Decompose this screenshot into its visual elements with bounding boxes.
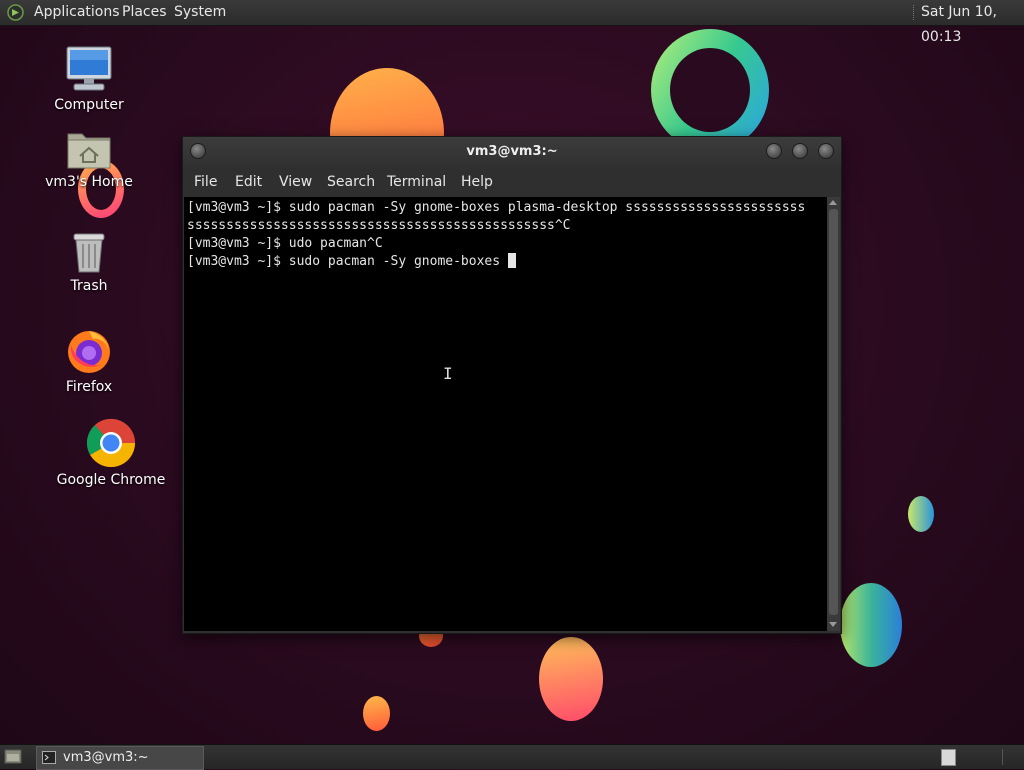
computer-icon [66, 46, 112, 91]
ibeam-cursor-icon: I [443, 364, 453, 383]
terminal-output[interactable]: [vm3@vm3 ~]$ sudo pacman -Sy gnome-boxes… [184, 197, 827, 631]
menu-view[interactable]: View [279, 167, 312, 197]
scroll-down-arrow-icon[interactable] [829, 622, 837, 627]
wallpaper-ring-green [651, 29, 769, 151]
desktop-icon-firefox[interactable]: Firefox [34, 327, 144, 395]
desktop-icon-computer[interactable]: Computer [34, 45, 144, 113]
desktop-icon-label: vm3's Home [45, 174, 133, 190]
workspace-switcher[interactable] [941, 749, 956, 766]
trash-icon [73, 233, 105, 273]
desktop-icon-home[interactable]: vm3's Home [34, 128, 144, 190]
terminal-text: [vm3@vm3 ~]$ sudo pacman -Sy gnome-boxes… [187, 199, 805, 271]
desktop-icon-label: Firefox [65, 379, 113, 395]
show-desktop-icon[interactable] [4, 749, 22, 764]
wallpaper-blob-small-teal [908, 496, 934, 532]
taskbar-item-label: vm3@vm3:~ [63, 750, 149, 765]
panel-separator [913, 5, 916, 20]
window-title: vm3@vm3:~ [466, 144, 558, 159]
system-logo-icon[interactable] [7, 4, 24, 21]
menu-file[interactable]: File [194, 167, 217, 197]
terminal-icon [42, 751, 56, 764]
chrome-icon [86, 418, 136, 468]
desktop-icon-label: Trash [70, 278, 108, 294]
menu-system[interactable]: System [174, 0, 226, 25]
menu-terminal[interactable]: Terminal [387, 167, 446, 197]
panel-separator [1002, 749, 1003, 765]
terminal-line: [vm3@vm3 ~]$ udo pacman^C [187, 236, 383, 251]
menu-search[interactable]: Search [327, 167, 375, 197]
bottom-panel: vm3@vm3:~ [0, 744, 1024, 770]
terminal-window[interactable]: vm3@vm3:~ File Edit View Search Terminal… [182, 136, 842, 634]
clock[interactable]: Sat Jun 10, 00:13 [921, 0, 1024, 45]
menu-places[interactable]: Places [122, 0, 167, 25]
desktop-icon-label: Computer [54, 97, 124, 113]
terminal-line: [vm3@vm3 ~]$ sudo pacman -Sy gnome-boxes… [187, 200, 806, 215]
vertical-scrollbar[interactable] [827, 197, 840, 631]
menu-edit[interactable]: Edit [235, 167, 262, 197]
home-folder-icon [67, 133, 111, 169]
close-button[interactable] [818, 143, 834, 159]
menu-applications[interactable]: Applications [34, 0, 120, 25]
desktop-icon-trash[interactable]: Trash [34, 230, 144, 294]
scroll-up-arrow-icon[interactable] [829, 200, 837, 205]
maximize-button[interactable] [792, 143, 808, 159]
terminal-line: [vm3@vm3 ~]$ sudo pacman -Sy gnome-boxes [187, 254, 508, 269]
menu-help[interactable]: Help [461, 167, 493, 197]
desktop-icon-label: Google Chrome [56, 472, 166, 488]
terminal-prompt-line: [vm3@vm3 ~]$ sudo pacman -Sy gnome-boxes [187, 253, 805, 271]
terminal-line: ssssssssssssssssssssssssssssssssssssssss… [187, 218, 571, 233]
firefox-icon [68, 331, 110, 373]
wallpaper-blob-small-orange [363, 696, 390, 731]
wallpaper-blob-large-teal [840, 583, 902, 667]
taskbar-item-terminal[interactable]: vm3@vm3:~ [36, 746, 204, 770]
terminal-menubar: File Edit View Search Terminal Help [183, 167, 841, 197]
top-panel: Applications Places System Sat Jun 10, 0… [0, 0, 1024, 45]
window-titlebar[interactable]: vm3@vm3:~ [183, 137, 841, 167]
text-cursor [507, 253, 516, 268]
minimize-button[interactable] [766, 143, 782, 159]
desktop-icon-chrome[interactable]: Google Chrome [56, 418, 166, 488]
scrollbar-thumb[interactable] [829, 209, 838, 615]
wallpaper-blob-peach [539, 637, 603, 721]
